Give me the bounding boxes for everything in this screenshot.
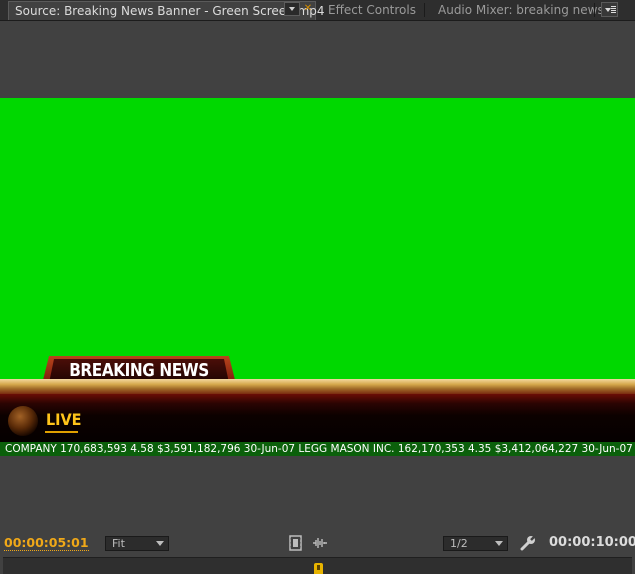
duration-display: 00:00:10:00: [549, 535, 635, 550]
live-label: LIVE: [46, 410, 82, 429]
tab-audio-mixer-label: Audio Mixer: breaking news: [438, 3, 604, 17]
gold-lower-third-bar: [0, 379, 635, 394]
tab-source-label: Source: Breaking News Banner - Green Scr…: [15, 4, 325, 18]
playback-resolution-select[interactable]: 1/2: [443, 536, 508, 551]
globe-icon: [8, 406, 38, 436]
ticker-text: COMPANY 170,683,593 4.58 $3,591,182,796 …: [5, 443, 635, 455]
tab-divider: [594, 3, 595, 17]
zoom-level-value: Fit: [112, 537, 125, 550]
lower-third-dark-band: [0, 394, 635, 442]
chevron-down-icon: [156, 541, 164, 546]
drag-video-only-icon[interactable]: [289, 535, 303, 551]
tab-effect-controls[interactable]: Effect Controls: [328, 1, 416, 20]
stock-ticker: COMPANY 170,683,593 4.58 $3,591,182,796 …: [0, 442, 635, 456]
tab-audio-mixer[interactable]: Audio Mixer: breaking news: [438, 1, 604, 20]
chevron-down-icon: [495, 541, 503, 546]
tab-divider: [424, 3, 425, 17]
tab-source[interactable]: Source: Breaking News Banner - Green Scr…: [8, 1, 325, 20]
drag-audio-only-icon[interactable]: [313, 535, 327, 551]
panel-tab-bar: Source: Breaking News Banner - Green Scr…: [0, 0, 635, 21]
tab-close-icon[interactable]: ✕: [303, 0, 313, 18]
live-underline: [45, 431, 78, 433]
tab-dropdown-icon[interactable]: [284, 2, 300, 16]
panel-menu-icon[interactable]: [601, 2, 618, 17]
playback-resolution-value: 1/2: [450, 537, 468, 550]
tab-effect-controls-label: Effect Controls: [328, 3, 416, 17]
zoom-level-select[interactable]: Fit: [105, 536, 169, 551]
wrench-settings-icon[interactable]: [520, 535, 536, 551]
current-time-display[interactable]: 00:00:05:01: [4, 536, 89, 551]
playhead-icon[interactable]: [314, 563, 323, 574]
source-monitor-video[interactable]: BREAKING NEWS LIVE COMPANY 170,683,593 4…: [0, 98, 635, 456]
